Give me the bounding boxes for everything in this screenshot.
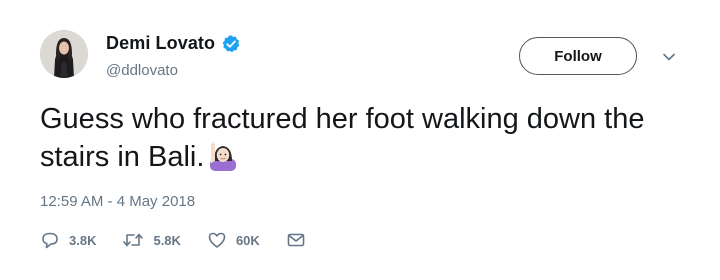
- follow-button[interactable]: Follow: [519, 37, 637, 75]
- action-bar: 3.8K 5.8K 60K: [40, 230, 332, 250]
- avatar-image: [40, 30, 88, 78]
- retweet-count: 5.8K: [153, 232, 181, 248]
- reply-action[interactable]: 3.8K: [40, 230, 96, 250]
- heart-icon[interactable]: [207, 230, 227, 250]
- retweet-action[interactable]: 5.8K: [122, 230, 181, 250]
- display-name[interactable]: Demi Lovato: [106, 33, 215, 54]
- chevron-down-icon[interactable]: [662, 50, 676, 64]
- user-handle[interactable]: @ddlovato: [106, 62, 178, 79]
- like-count: 60K: [235, 232, 260, 248]
- avatar[interactable]: [40, 30, 88, 78]
- retweet-icon[interactable]: [122, 230, 144, 250]
- tweet-timestamp[interactable]: 12:59 AM - 4 May 2018: [40, 193, 195, 210]
- like-action[interactable]: 60K: [207, 230, 260, 250]
- reply-count: 3.8K: [69, 232, 97, 248]
- tweet-card: Demi Lovato @ddlovato Follow Guess who f…: [0, 0, 720, 280]
- envelope-icon[interactable]: [286, 230, 306, 250]
- tweet-text-content: Guess who fractured her foot walking dow…: [40, 103, 645, 173]
- reply-icon[interactable]: [40, 230, 60, 250]
- name-row: Demi Lovato: [106, 33, 241, 54]
- tweet-text: Guess who fractured her foot walking dow…: [40, 100, 680, 176]
- verified-badge-icon: [222, 34, 240, 52]
- woman-raising-hand-emoji-icon: [210, 142, 237, 171]
- direct-message-action[interactable]: [286, 230, 306, 250]
